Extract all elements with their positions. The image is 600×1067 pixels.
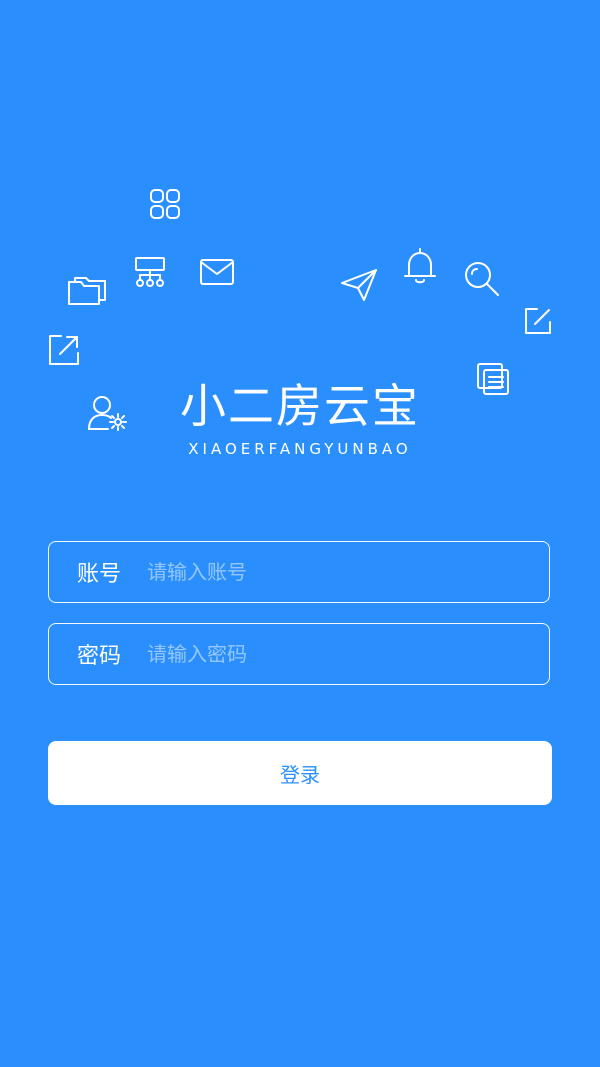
external-link-icon [47, 333, 81, 367]
sitemap-icon [133, 256, 167, 288]
password-field: 密码 [48, 623, 550, 685]
edit-icon [523, 306, 553, 336]
grid-icon [149, 188, 181, 220]
password-input[interactable] [145, 624, 535, 684]
mail-icon [199, 257, 235, 287]
account-label: 账号 [77, 562, 122, 587]
password-label: 密码 [77, 644, 122, 669]
account-input[interactable] [145, 542, 535, 602]
bell-icon [402, 246, 438, 286]
app-title: 小二房云宝 [180, 379, 420, 433]
send-icon [340, 268, 378, 302]
login-button[interactable]: 登录 [48, 741, 552, 805]
app-subtitle: XIAOERFANGYUNBAO [188, 440, 412, 458]
brand: 小二房云宝 XIAOERFANGYUNBAO [0, 378, 600, 458]
folder-icon [67, 274, 107, 308]
search-icon [463, 260, 501, 298]
account-field: 账号 [48, 541, 550, 603]
